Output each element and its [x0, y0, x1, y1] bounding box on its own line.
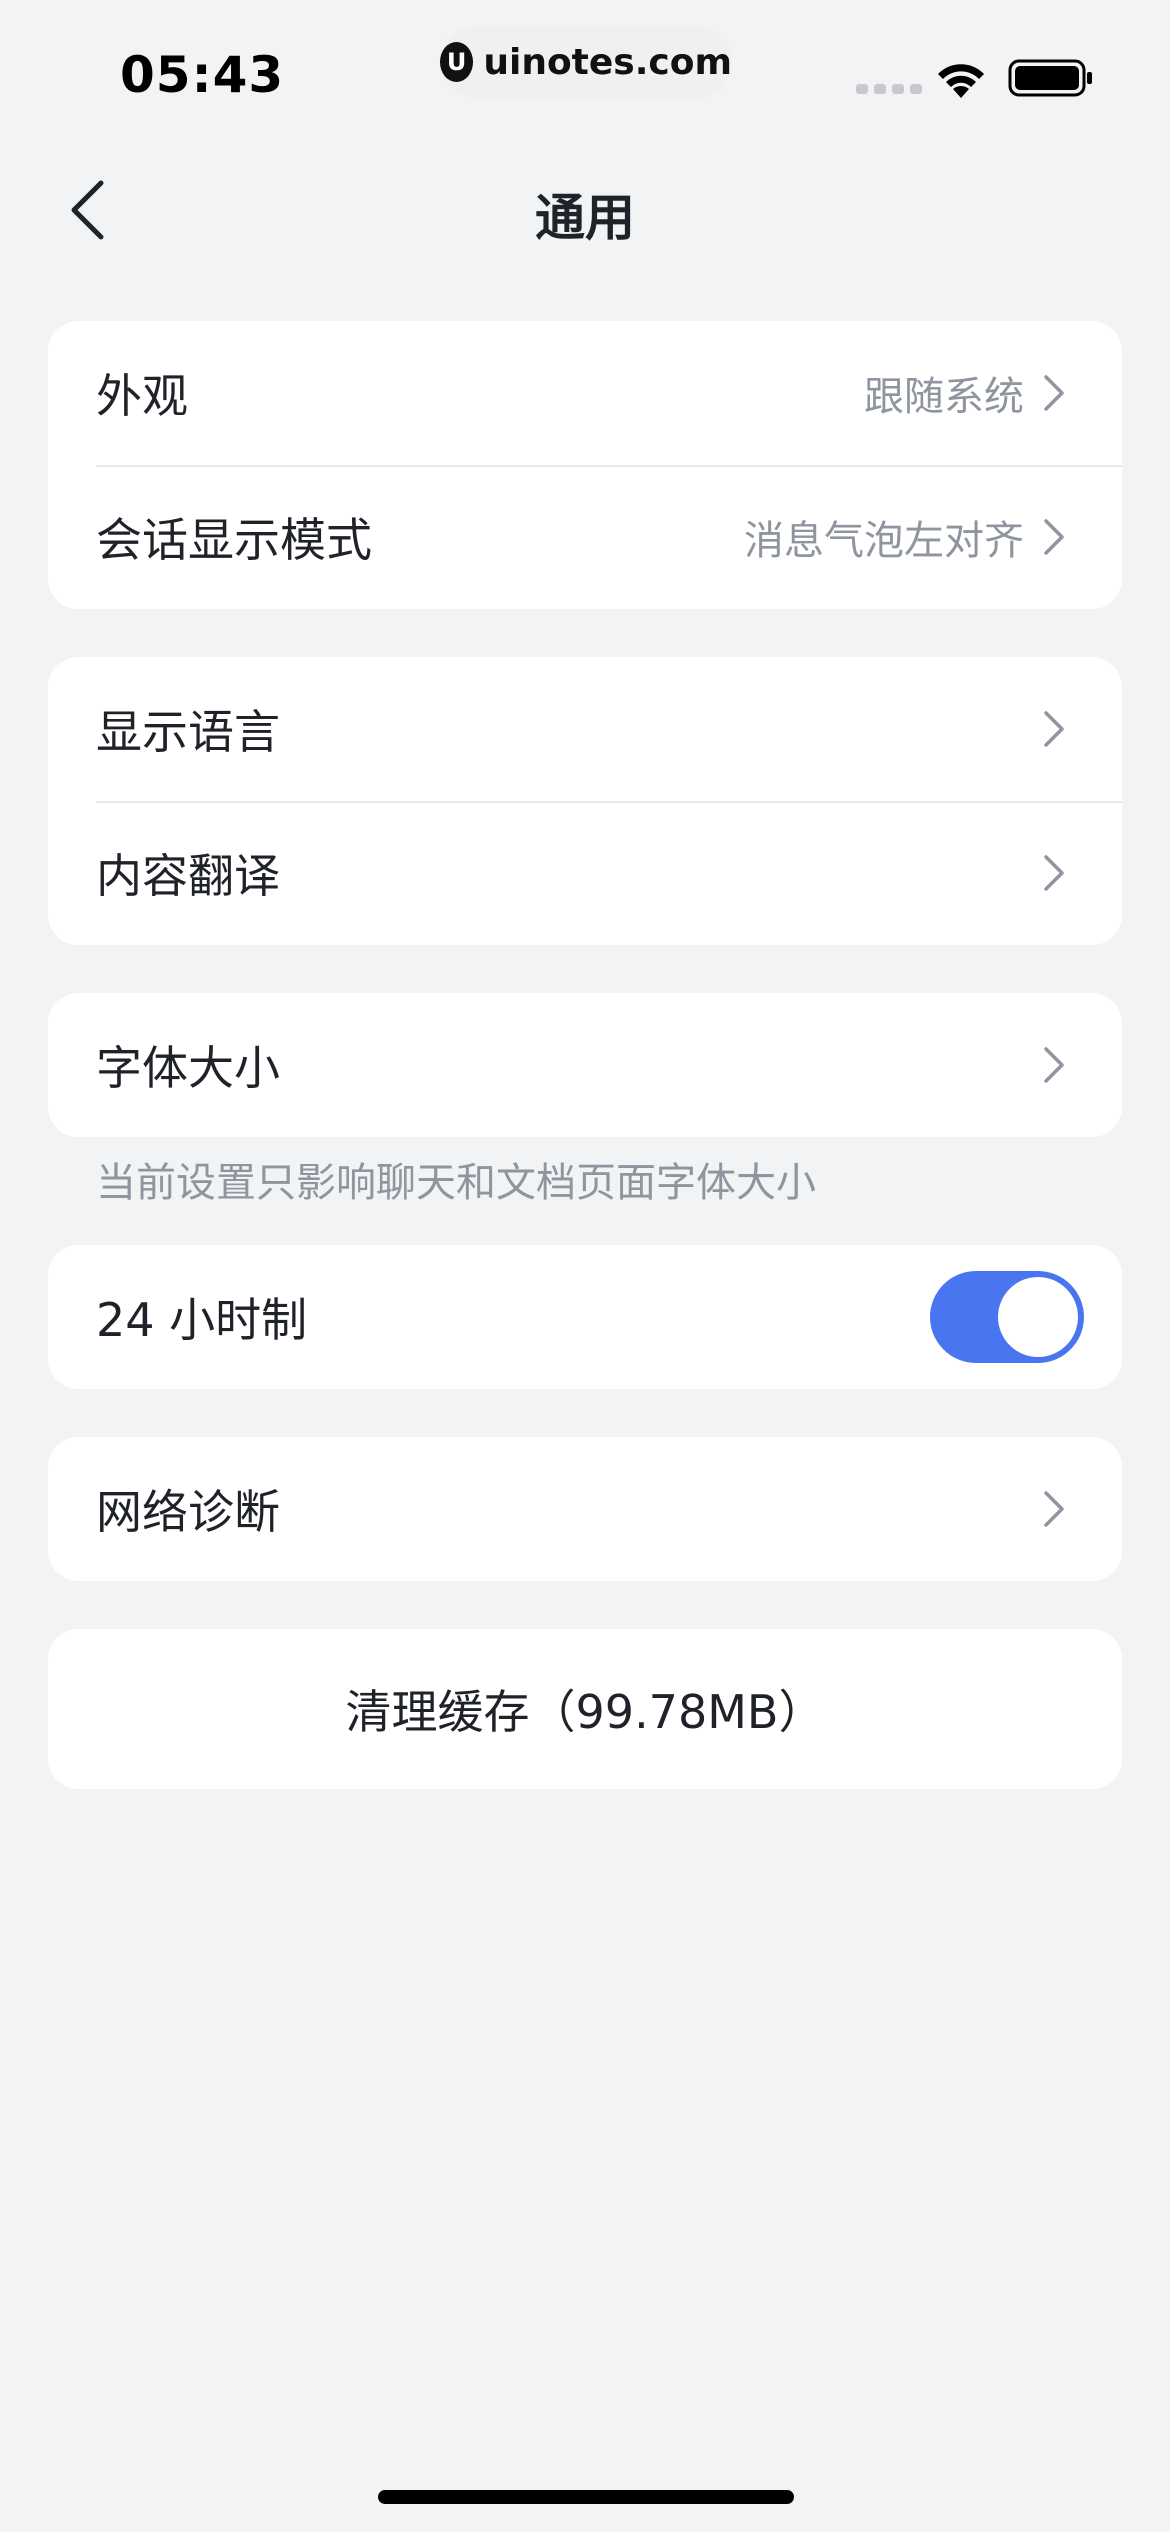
display-language-label: 显示语言 [96, 705, 280, 759]
status-bar: 05:43 U uinotes.com [0, 0, 1170, 130]
font-size-hint: 当前设置只影响聊天和文档页面字体大小 [96, 1160, 816, 1206]
chevron-right-icon [1044, 1491, 1064, 1527]
toggle-knob [998, 1277, 1078, 1357]
chevron-right-icon [1044, 519, 1064, 555]
font-size-label: 字体大小 [96, 1041, 280, 1095]
font-settings-card: 字体大小 [48, 993, 1122, 1137]
url-text: uinotes.com [483, 41, 732, 83]
font-size-row[interactable]: 字体大小 [48, 993, 1122, 1137]
chat-display-mode-value: 消息气泡左对齐 [744, 518, 1024, 564]
wifi-icon [938, 64, 984, 98]
network-diagnosis-label: 网络诊断 [96, 1485, 280, 1539]
time-format-card: 24 小时制 [48, 1245, 1122, 1389]
chevron-right-icon [1044, 1047, 1064, 1083]
cellular-signal-icon [856, 84, 922, 94]
chat-display-mode-label: 会话显示模式 [96, 513, 372, 567]
home-indicator[interactable] [378, 2490, 794, 2504]
url-pill[interactable]: U uinotes.com [440, 26, 732, 98]
site-logo-icon: U [440, 42, 474, 82]
24-hour-label: 24 小时制 [96, 1293, 308, 1347]
appearance-label: 外观 [96, 369, 188, 423]
appearance-value: 跟随系统 [864, 374, 1024, 420]
page-title: 通用 [535, 189, 635, 247]
chevron-left-icon [71, 180, 104, 240]
status-time: 05:43 [120, 46, 285, 104]
network-card: 网络诊断 [48, 1437, 1122, 1581]
24-hour-toggle[interactable] [930, 1271, 1084, 1363]
chevron-right-icon [1044, 375, 1064, 411]
appearance-row[interactable]: 外观 跟随系统 [48, 321, 1122, 465]
24-hour-row: 24 小时制 [48, 1245, 1122, 1389]
display-settings-card: 外观 跟随系统 会话显示模式 消息气泡左对齐 [48, 321, 1122, 609]
navigation-bar: 通用 [0, 150, 1170, 270]
chat-display-mode-row[interactable]: 会话显示模式 消息气泡左对齐 [48, 465, 1122, 609]
chevron-right-icon [1044, 855, 1064, 891]
back-button[interactable] [52, 170, 122, 250]
battery-icon [1008, 59, 1092, 97]
content-translation-label: 内容翻译 [96, 849, 280, 903]
settings-general-screen: 05:43 U uinotes.com 通用 外观 跟随系统 会话显示模式 消息… [0, 0, 1170, 2532]
content-translation-row[interactable]: 内容翻译 [48, 801, 1122, 945]
clear-cache-button[interactable]: 清理缓存（99.78MB） [48, 1629, 1122, 1789]
network-diagnosis-row[interactable]: 网络诊断 [48, 1437, 1122, 1581]
language-settings-card: 显示语言 内容翻译 [48, 657, 1122, 945]
chevron-right-icon [1044, 711, 1064, 747]
display-language-row[interactable]: 显示语言 [48, 657, 1122, 801]
